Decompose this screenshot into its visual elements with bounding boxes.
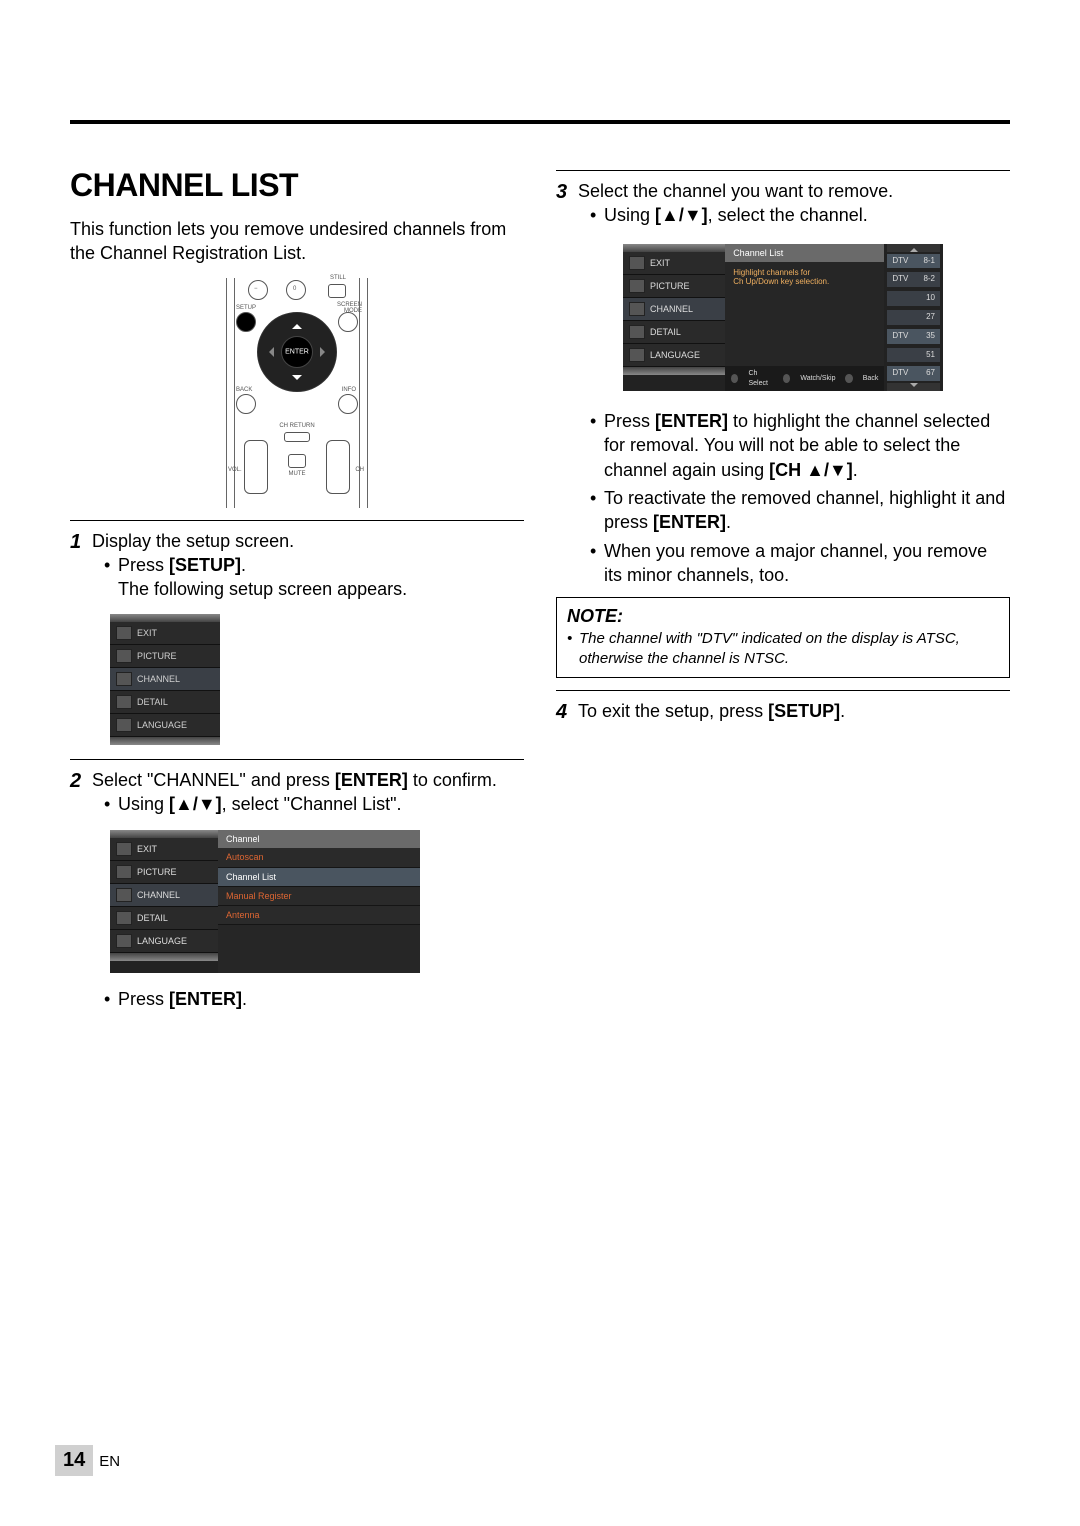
scroll-down-icon [887,383,940,391]
info-label: INFO [342,386,356,394]
chreturn-button [284,432,310,442]
dpad-up-icon [292,319,302,329]
screenmode-button [338,312,358,332]
zero-label-text: 0 [293,285,296,293]
chreturn-label: CH RETURN [279,422,314,430]
still-button [328,284,346,298]
ch-rocker [326,440,350,494]
still-label: STILL [330,274,346,282]
channel-icon [116,672,132,686]
channel-menu-figure: EXIT PICTURE CHANNEL DETAIL LANGUAGE Cha… [110,830,524,973]
language-icon [116,718,132,732]
page-title: CHANNEL LIST [70,164,524,207]
step-3: 3 Select the channel you want to remove.… [556,179,1010,232]
dpad: ENTER [257,312,337,392]
setup-button [236,312,256,332]
step2-press-enter: Press [ENTER]. [106,987,524,1011]
back-button [236,394,256,414]
minus-button [248,280,268,300]
page-number: 14 [55,1445,93,1476]
minus-label-text: − [254,285,258,293]
vol-rocker [244,440,268,494]
note-title: NOTE: [567,604,999,628]
dpad-left-icon [264,347,274,357]
watch-skip-icon [783,374,790,383]
setup-menu-item: LANGUAGE [110,714,220,737]
remote-body: − 0 STILL SETUP SCREEN MODE ENTER [212,278,382,508]
setup-menu-figure: EXIT PICTURE CHANNEL DETAIL LANGUAGE [110,614,524,745]
info-button [338,394,358,414]
mute-button [288,454,306,468]
page-lang: EN [99,1453,120,1470]
back-icon [845,374,852,383]
left-column: CHANNEL LIST This function lets you remo… [70,164,524,1015]
step-2: 2 Select "CHANNEL" and press [ENTER] to … [70,768,524,821]
content-columns: CHANNEL LIST This function lets you remo… [70,164,1010,1015]
detail-icon [116,695,132,709]
step-number: 1 [70,529,92,606]
scroll-up-icon [887,244,940,252]
setup-menu-item: EXIT [110,622,220,645]
top-rule [70,120,1010,124]
step-1: 1 Display the setup screen. Press [SETUP… [70,529,524,606]
step1-bullet: Press [SETUP]. The following setup scree… [106,553,524,602]
step2-bullet: Using [▲/▼], select "Channel List". [106,792,524,816]
dpad-right-icon [320,347,330,357]
vol-label: VOL. [228,466,242,474]
enter-button-label: ENTER [285,347,309,356]
remote-figure: − 0 STILL SETUP SCREEN MODE ENTER [70,278,524,508]
ch-label: CH [355,466,364,474]
setup-menu-item: PICTURE [110,645,220,668]
intro-text: This function lets you remove undesired … [70,217,524,266]
dpad-down-icon [292,375,302,385]
setup-menu-item: CHANNEL [110,668,220,691]
setup-menu-item: DETAIL [110,691,220,714]
channel-list-figure: EXIT PICTURE CHANNEL DETAIL LANGUAGE Cha… [556,244,1010,392]
back-label: BACK [236,386,252,394]
right-column: 3 Select the channel you want to remove.… [556,164,1010,1015]
setup-label: SETUP [236,304,256,312]
mute-label: MUTE [289,470,306,478]
step1-text: Display the setup screen. [92,531,294,551]
exit-icon [116,626,132,640]
picture-icon [116,649,132,663]
select-icon [731,374,738,383]
note-box: NOTE: The channel with "DTV" indicated o… [556,597,1010,678]
step-4: 4 To exit the setup, press [SETUP]. [556,699,1010,726]
manual-page: CHANNEL LIST This function lets you remo… [0,0,1080,1526]
note-body: The channel with "DTV" indicated on the … [567,629,999,670]
page-footer: 14 EN [55,1445,120,1476]
